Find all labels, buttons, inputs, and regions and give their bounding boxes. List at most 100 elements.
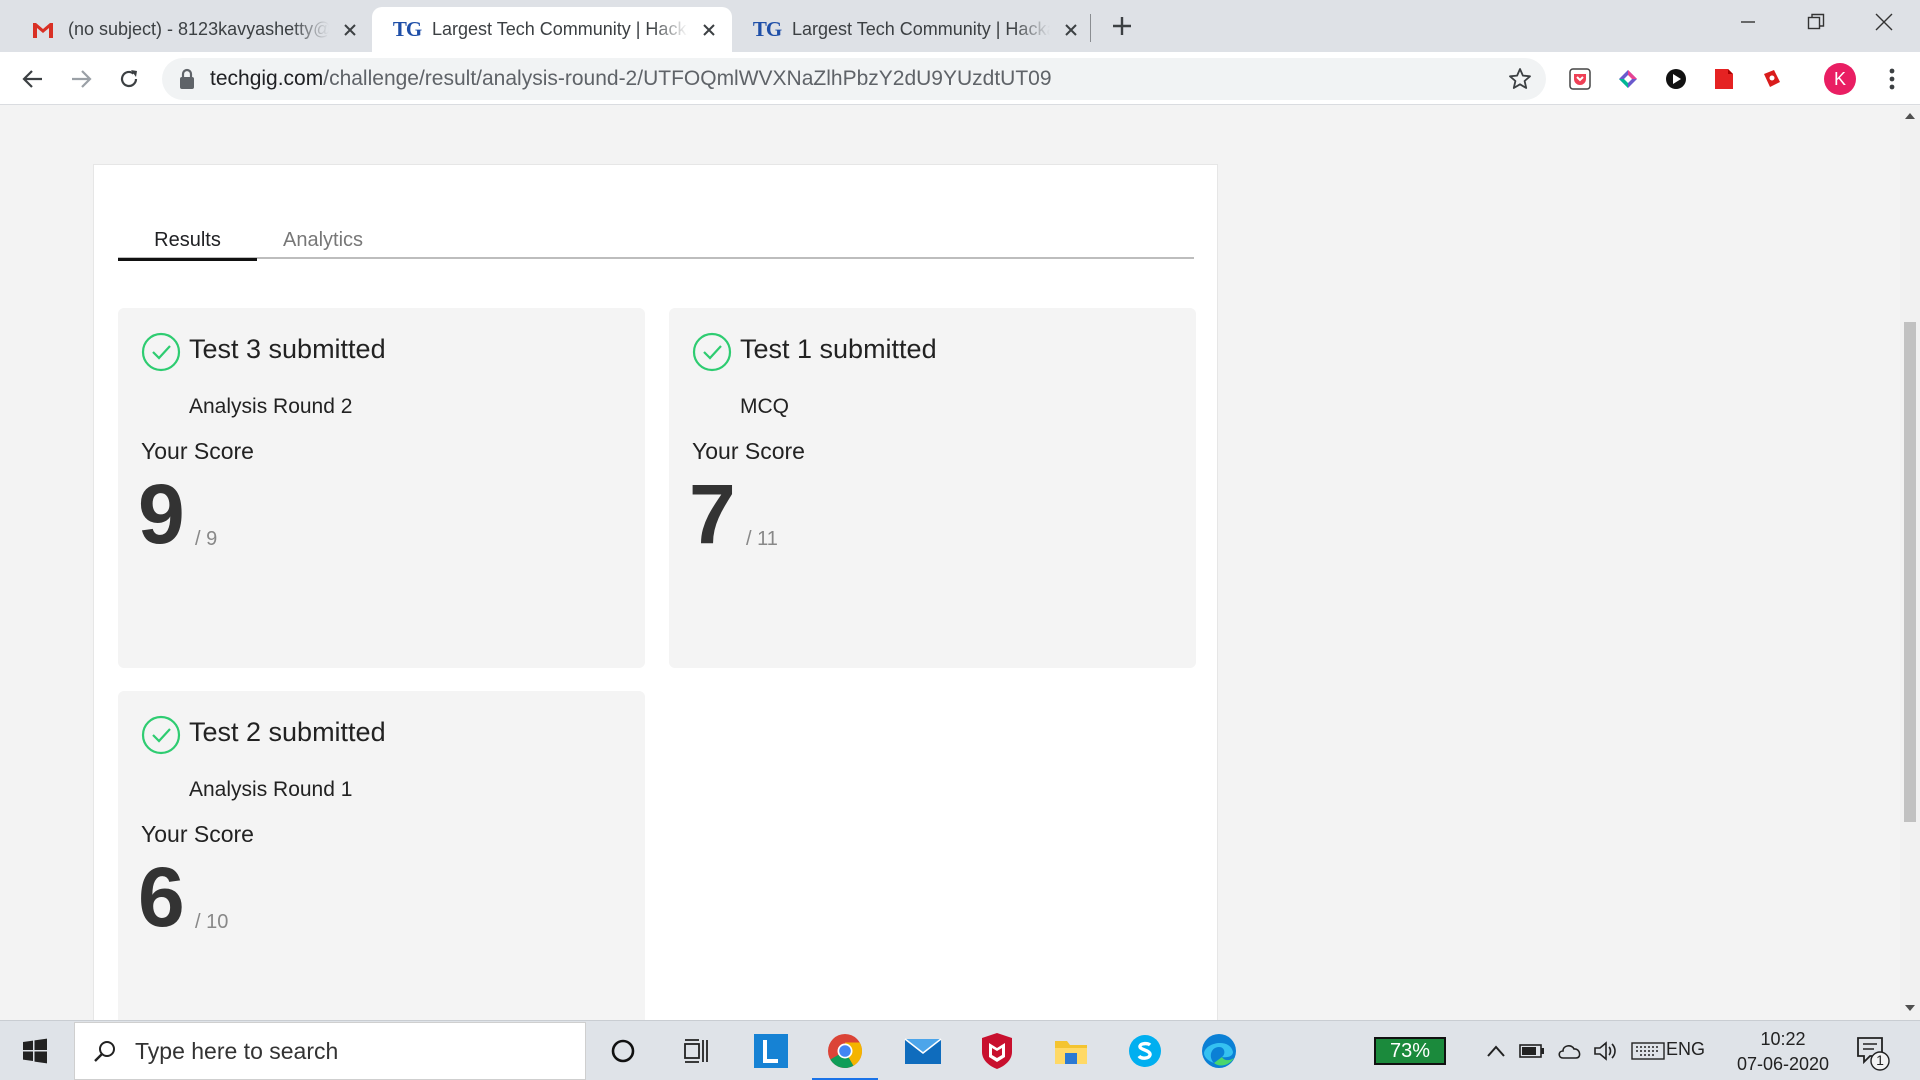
- more-menu-icon[interactable]: [1880, 64, 1904, 94]
- tab-gmail[interactable]: (no subject) - 8123kavyashetty@gmail.com: [8, 7, 373, 52]
- task-view-icon: [684, 1039, 708, 1063]
- techgig-logo-text: TG: [752, 17, 782, 41]
- minimize-button[interactable]: [1718, 0, 1778, 44]
- techgig-logo-text: TG: [392, 17, 422, 41]
- taskbar-chrome[interactable]: [808, 1021, 882, 1080]
- techgig-icon: TG: [752, 17, 782, 43]
- pdf-extension-icon[interactable]: [1710, 65, 1738, 93]
- restore-button[interactable]: [1786, 0, 1846, 44]
- scroll-thumb[interactable]: [1904, 322, 1916, 822]
- url-domain: techgig.com: [210, 67, 324, 90]
- cortana-icon: [611, 1039, 635, 1063]
- clock-date: 07-06-2020: [1736, 1054, 1830, 1074]
- tab-techgig[interactable]: TG Largest Tech Community | Hackathons: [732, 7, 1094, 52]
- browser-toolbar: techgig.com/challenge/result/analysis-ro…: [0, 52, 1920, 105]
- tab-title: Largest Tech Community | Hackathons: [792, 19, 1050, 39]
- forward-button[interactable]: [64, 62, 98, 96]
- battery-tray-button[interactable]: [1516, 1035, 1548, 1067]
- arrow-right-icon: [72, 70, 92, 88]
- language-indicator[interactable]: ENG: [1666, 1039, 1705, 1060]
- speaker-icon: [1594, 1041, 1616, 1061]
- taskbar-mcafee[interactable]: [960, 1021, 1034, 1080]
- chevron-up-icon: [1487, 1045, 1505, 1057]
- taskbar-file-explorer[interactable]: [1034, 1021, 1108, 1080]
- skype-icon: [1129, 1035, 1161, 1067]
- taskbar-app-l[interactable]: [734, 1021, 808, 1080]
- score-total: / 9: [195, 528, 218, 550]
- result-title: Test 2 submitted: [189, 717, 386, 747]
- play-extension-icon[interactable]: [1662, 65, 1690, 93]
- score-value: 7: [689, 467, 736, 561]
- tab-techgig-active[interactable]: TG Largest Tech Community | Hackathons: [372, 7, 732, 52]
- reload-icon: [120, 70, 138, 88]
- score-value: 9: [138, 467, 185, 561]
- close-tab-icon[interactable]: [339, 19, 361, 41]
- clock-time: 10:22: [1760, 1029, 1806, 1049]
- taskbar-search[interactable]: Type here to search: [74, 1022, 586, 1080]
- battery-icon: [1519, 1044, 1544, 1058]
- new-tab-button[interactable]: [1106, 10, 1138, 42]
- show-hidden-icons-button[interactable]: [1480, 1035, 1512, 1067]
- colorful-extension-icon[interactable]: [1614, 65, 1642, 93]
- reload-button[interactable]: [112, 62, 146, 96]
- result-title: Test 3 submitted: [189, 334, 386, 364]
- page-scrollbar[interactable]: [1900, 106, 1920, 1021]
- tab-results[interactable]: Results: [118, 229, 257, 261]
- bookmark-star-icon[interactable]: [1508, 67, 1532, 91]
- close-window-button[interactable]: [1854, 0, 1914, 44]
- cloud-icon: [1558, 1045, 1581, 1059]
- mcafee-shield-icon: [982, 1033, 1012, 1069]
- action-center-button[interactable]: 1: [1852, 1033, 1892, 1071]
- arrow-left-icon: [22, 70, 42, 88]
- result-card: Test 2 submitted Analysis Round 1 Your S…: [118, 691, 645, 1021]
- result-subtitle: Analysis Round 1: [189, 778, 353, 801]
- score-total: / 10: [195, 911, 229, 933]
- close-tab-icon[interactable]: [1060, 19, 1082, 41]
- search-placeholder: Type here to search: [135, 1037, 339, 1064]
- close-tab-icon[interactable]: [698, 19, 720, 41]
- score-total: / 11: [746, 528, 778, 550]
- mail-icon: [904, 1038, 942, 1064]
- start-button[interactable]: [0, 1021, 70, 1080]
- l-app-icon: [754, 1034, 788, 1068]
- result-subtitle: Analysis Round 2: [189, 395, 353, 418]
- tab-title: Largest Tech Community | Hackathons: [432, 19, 688, 39]
- notification-count: 1: [1876, 1052, 1884, 1068]
- taskbar-mail[interactable]: [886, 1021, 960, 1080]
- tab-title: (no subject) - 8123kavyashetty@gmail.com: [68, 19, 329, 39]
- techgig-icon: TG: [392, 17, 422, 43]
- onedrive-tray-button[interactable]: [1554, 1035, 1586, 1067]
- url-text: techgig.com/challenge/result/analysis-ro…: [210, 67, 1052, 91]
- tab-separator: [1090, 14, 1091, 42]
- profile-avatar[interactable]: K: [1824, 63, 1856, 95]
- scroll-up-arrow-icon[interactable]: [1905, 112, 1915, 120]
- page-viewport: Results Analytics Test 3 submitted Analy…: [0, 106, 1900, 1021]
- scroll-down-arrow-icon[interactable]: [1905, 1004, 1915, 1012]
- taskbar-skype[interactable]: [1108, 1021, 1182, 1080]
- volume-tray-button[interactable]: [1590, 1035, 1622, 1067]
- score-value: 6: [138, 850, 185, 944]
- windows-logo-icon: [23, 1038, 47, 1064]
- back-button[interactable]: [16, 62, 50, 96]
- result-tabs: Results Analytics: [118, 229, 1194, 261]
- keyboard-icon: [1631, 1042, 1665, 1060]
- task-view-button[interactable]: [660, 1021, 734, 1080]
- taskbar-edge[interactable]: [1182, 1021, 1256, 1080]
- address-bar[interactable]: techgig.com/challenge/result/analysis-ro…: [162, 58, 1546, 100]
- chrome-icon: [828, 1034, 862, 1068]
- pocket-extension-icon[interactable]: [1566, 65, 1594, 93]
- tab-analytics[interactable]: Analytics: [268, 229, 378, 259]
- touch-keyboard-button[interactable]: [1630, 1035, 1666, 1067]
- clipper-extension-icon[interactable]: [1758, 65, 1786, 93]
- result-subtitle: MCQ: [740, 395, 789, 418]
- taskbar-clock[interactable]: 10:22 07-06-2020: [1728, 1027, 1838, 1077]
- cortana-button[interactable]: [586, 1021, 660, 1080]
- score-label: Your Score: [692, 438, 805, 464]
- edge-icon: [1202, 1034, 1236, 1068]
- notification-icon: [1857, 1037, 1890, 1071]
- battery-percentage-badge: 73%: [1374, 1037, 1446, 1065]
- result-card: Test 3 submitted Analysis Round 2 Your S…: [118, 308, 645, 668]
- lock-icon: [180, 68, 194, 89]
- check-circle-icon: [141, 715, 181, 755]
- score-label: Your Score: [141, 438, 254, 464]
